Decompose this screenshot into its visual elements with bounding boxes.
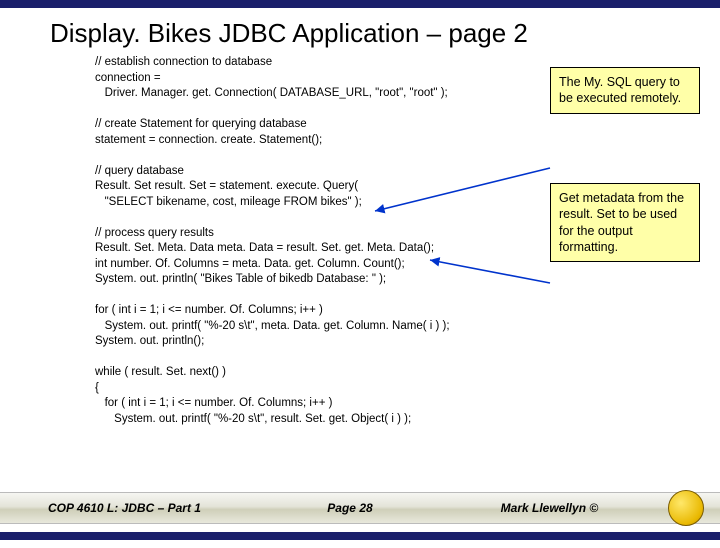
callout-metadata: Get metadata from the result. Set to be …	[550, 183, 700, 262]
page-title: Display. Bikes JDBC Application – page 2	[0, 8, 720, 55]
footer-bar: COP 4610 L: JDBC – Part 1 Page 28 Mark L…	[0, 492, 720, 524]
callout-mysql-query: The My. SQL query to be executed remotel…	[550, 67, 700, 114]
ucf-logo	[668, 490, 704, 526]
footer-author: Mark Llewellyn ©	[451, 501, 702, 515]
footer-course: COP 4610 L: JDBC – Part 1	[48, 501, 249, 515]
slide-frame: Display. Bikes JDBC Application – page 2…	[0, 0, 720, 540]
footer-page: Page 28	[249, 501, 450, 515]
content-area: // establish connection to database conn…	[0, 55, 720, 427]
